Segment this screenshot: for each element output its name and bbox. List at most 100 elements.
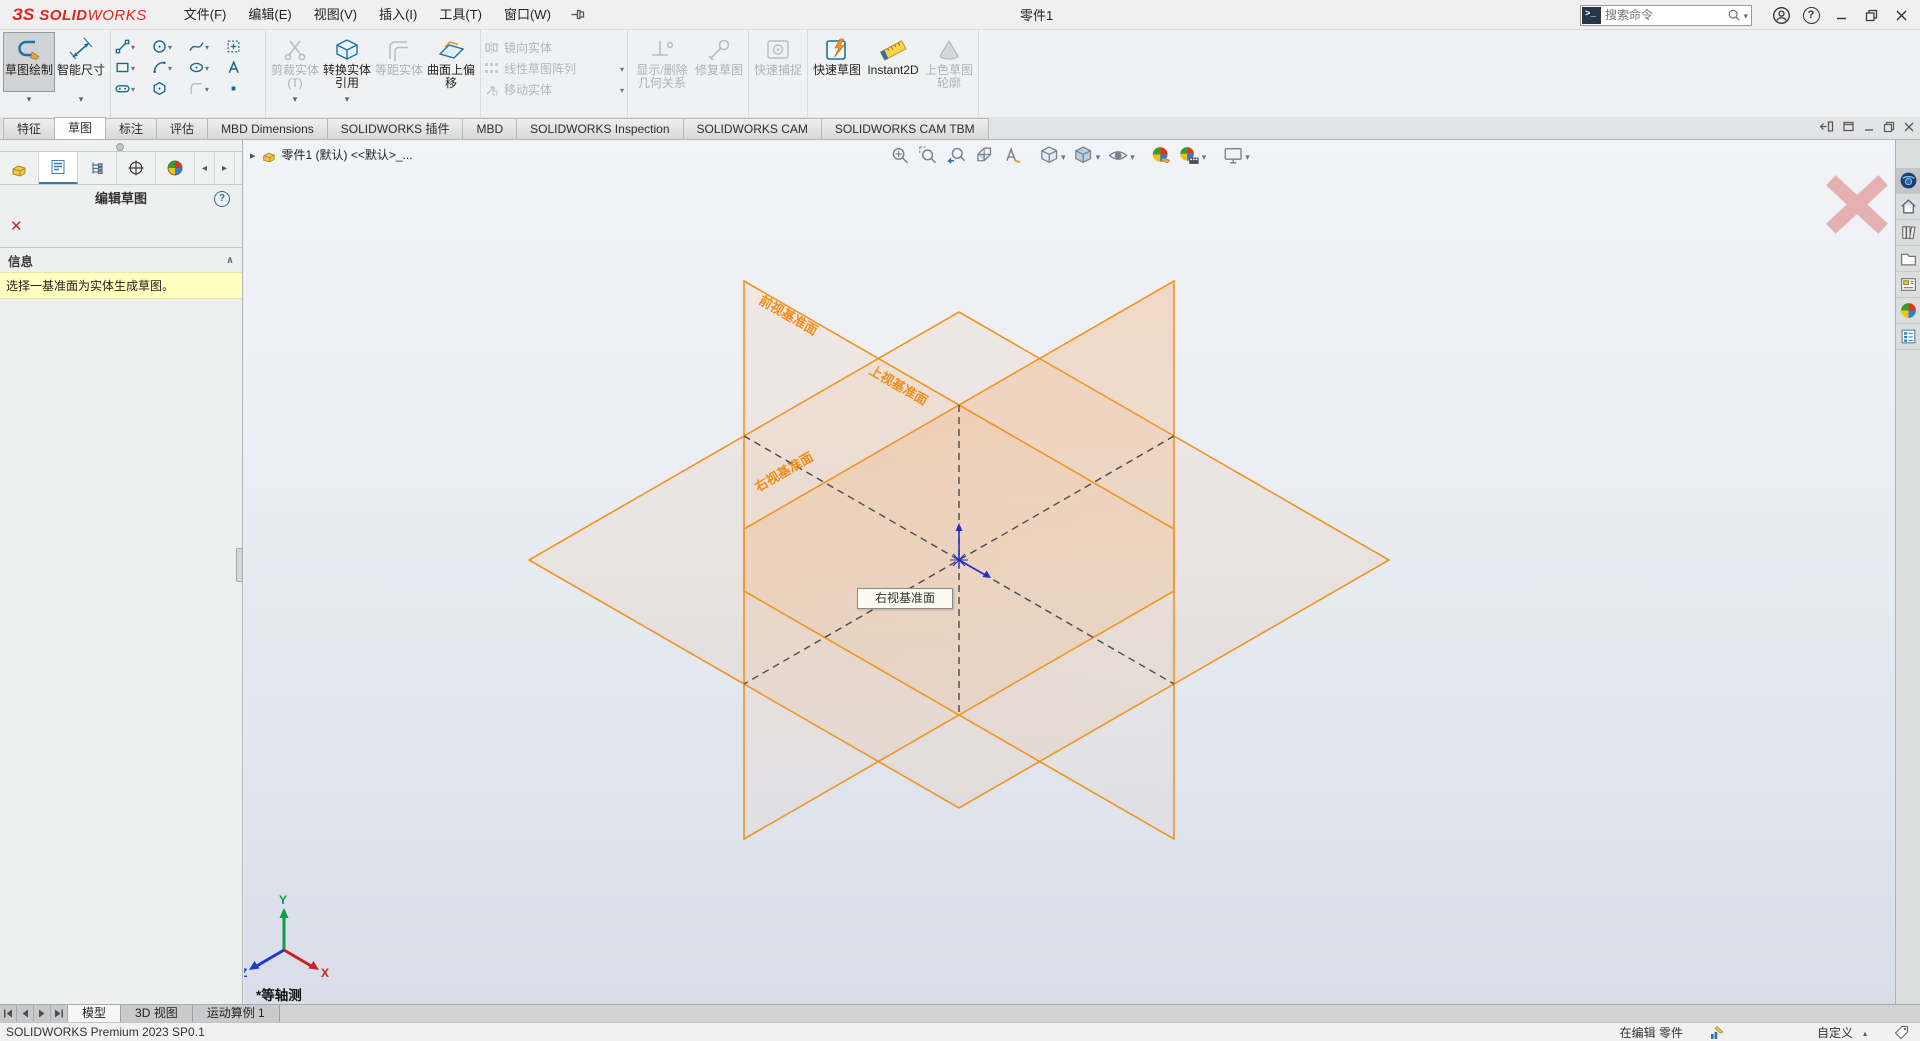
doc-minimize-icon[interactable]: [1863, 121, 1875, 133]
ellipse-dropdown-icon[interactable]: [205, 60, 209, 74]
customize-button[interactable]: 自定义: [1817, 1024, 1867, 1041]
display-style-caret-icon[interactable]: [1094, 149, 1101, 163]
section-view-icon[interactable]: [971, 143, 996, 168]
doc-dock-icon[interactable]: [1819, 120, 1834, 133]
zoom-fit-icon[interactable]: [887, 143, 912, 168]
selection-tool-button[interactable]: [225, 36, 262, 56]
tag-icon[interactable]: [1893, 1024, 1910, 1040]
tab-cam-tbm[interactable]: SOLIDWORKS CAM TBM: [821, 118, 989, 139]
smart-dimension-dropdown-icon[interactable]: [79, 92, 84, 106]
circle-dropdown-icon[interactable]: [168, 39, 172, 53]
previous-view-icon[interactable]: [943, 143, 968, 168]
tab-addins[interactable]: SOLIDWORKS 插件: [327, 118, 464, 139]
tab-scroll-prev-button[interactable]: [17, 1005, 34, 1022]
task-home-button[interactable]: [1896, 194, 1920, 220]
tab-annotations[interactable]: 标注: [105, 118, 157, 139]
breadcrumb[interactable]: 零件1 (默认) <<默认>_...: [250, 146, 413, 163]
tab-cam[interactable]: SOLIDWORKS CAM: [683, 118, 822, 139]
hide-show-icon[interactable]: [1105, 143, 1137, 168]
panel-tabs-scroll-right[interactable]: ▸: [215, 152, 235, 184]
pin-menu-icon[interactable]: [570, 7, 585, 22]
doc-close-icon[interactable]: [1903, 121, 1915, 133]
tab-model[interactable]: 模型: [68, 1005, 121, 1022]
search-icon[interactable]: [1727, 8, 1751, 22]
view-orientation-icon[interactable]: [1036, 143, 1068, 168]
tab-mbd[interactable]: MBD: [462, 118, 517, 139]
collapse-section-icon[interactable]: [226, 255, 234, 266]
tab-mbd-dimensions[interactable]: MBD Dimensions: [207, 118, 328, 139]
panel-help-icon[interactable]: [214, 191, 230, 207]
rectangle-dropdown-icon[interactable]: [131, 60, 135, 74]
line-tool-button[interactable]: [114, 36, 151, 56]
task-view-palette-button[interactable]: [1896, 272, 1920, 298]
minimize-button[interactable]: [1826, 0, 1856, 30]
tab-3d-views[interactable]: 3D 视图: [121, 1005, 193, 1022]
annotation-visibility-icon[interactable]: [999, 143, 1024, 168]
task-design-library-button[interactable]: [1896, 220, 1920, 246]
spline-tool-button[interactable]: [188, 36, 225, 56]
search-input[interactable]: [1605, 8, 1727, 22]
task-file-explorer-button[interactable]: [1896, 246, 1920, 272]
login-button[interactable]: [1766, 0, 1796, 30]
tab-scroll-last-button[interactable]: [51, 1005, 68, 1022]
tab-evaluate[interactable]: 评估: [156, 118, 208, 139]
tab-configuration-manager[interactable]: [78, 152, 117, 184]
smart-dimension-button[interactable]: 智能尺寸: [55, 32, 107, 92]
arc-dropdown-icon[interactable]: [168, 60, 172, 74]
cancel-sketch-button[interactable]: [10, 217, 23, 235]
circle-tool-button[interactable]: [151, 36, 188, 56]
text-tool-button[interactable]: [225, 57, 262, 77]
search-caret-icon[interactable]: [1741, 8, 1748, 22]
tab-feature-tree[interactable]: [0, 152, 39, 184]
search-box[interactable]: [1580, 5, 1752, 26]
polygon-tool-button[interactable]: [151, 78, 188, 98]
confirmation-corner-cancel-button[interactable]: [1836, 185, 1878, 224]
doc-restore-icon[interactable]: [1883, 121, 1895, 133]
close-button[interactable]: [1886, 0, 1916, 30]
menu-insert[interactable]: 插入(I): [368, 0, 428, 30]
convert-dropdown-icon[interactable]: [345, 92, 350, 106]
tree-expand-icon[interactable]: [250, 148, 256, 162]
convert-entities-button[interactable]: 转换实体引用: [321, 32, 373, 92]
tab-display-manager[interactable]: [156, 152, 195, 184]
spline-dropdown-icon[interactable]: [205, 39, 209, 53]
line-dropdown-icon[interactable]: [131, 39, 135, 53]
task-3dexperience-button[interactable]: [1896, 168, 1920, 194]
task-appearances-button[interactable]: [1896, 298, 1920, 324]
rapid-sketch-button[interactable]: 快速草图: [811, 32, 863, 92]
menu-file[interactable]: 文件(F): [173, 0, 238, 30]
tab-scroll-first-button[interactable]: [0, 1005, 17, 1022]
rectangle-tool-button[interactable]: [114, 57, 151, 77]
menu-edit[interactable]: 编辑(E): [237, 0, 302, 30]
slot-dropdown-icon[interactable]: [131, 81, 135, 95]
task-custom-properties-button[interactable]: [1896, 324, 1920, 350]
ellipse-tool-button[interactable]: [188, 57, 225, 77]
tab-features[interactable]: 特征: [3, 118, 55, 139]
view-settings-caret-icon[interactable]: [1243, 149, 1250, 163]
doc-window-icon[interactable]: [1842, 120, 1855, 133]
menu-tools[interactable]: 工具(T): [428, 0, 493, 30]
zoom-area-icon[interactable]: [915, 143, 940, 168]
panel-tabs-scroll-left[interactable]: ◂: [195, 152, 215, 184]
tab-sketch[interactable]: 草图: [54, 117, 106, 139]
tab-dimxpert-manager[interactable]: [117, 152, 156, 184]
tab-motion-study[interactable]: 运动算例 1: [193, 1005, 280, 1022]
graphics-area[interactable]: 零件1 (默认) <<默认>_...: [244, 140, 1895, 1004]
menu-view[interactable]: 视图(V): [303, 0, 368, 30]
edit-appearance-icon[interactable]: [1149, 143, 1174, 168]
point-tool-button[interactable]: [225, 78, 262, 98]
tab-property-manager[interactable]: [39, 152, 78, 184]
arc-tool-button[interactable]: [151, 57, 188, 77]
panel-flyout-grip[interactable]: [236, 548, 243, 582]
sketch-dropdown-icon[interactable]: [27, 92, 32, 106]
apply-scene-icon[interactable]: [1177, 143, 1209, 168]
view-orientation-caret-icon[interactable]: [1059, 149, 1066, 163]
display-style-icon[interactable]: [1071, 143, 1103, 168]
offset-on-surface-button[interactable]: 曲面上偏移: [425, 32, 477, 92]
restore-button[interactable]: [1856, 0, 1886, 30]
view-settings-icon[interactable]: [1220, 143, 1252, 168]
menu-window[interactable]: 窗口(W): [493, 0, 562, 30]
tab-inspection[interactable]: SOLIDWORKS Inspection: [516, 118, 683, 139]
sketch-button[interactable]: 草图绘制: [3, 32, 55, 92]
tab-scroll-next-button[interactable]: [34, 1005, 51, 1022]
